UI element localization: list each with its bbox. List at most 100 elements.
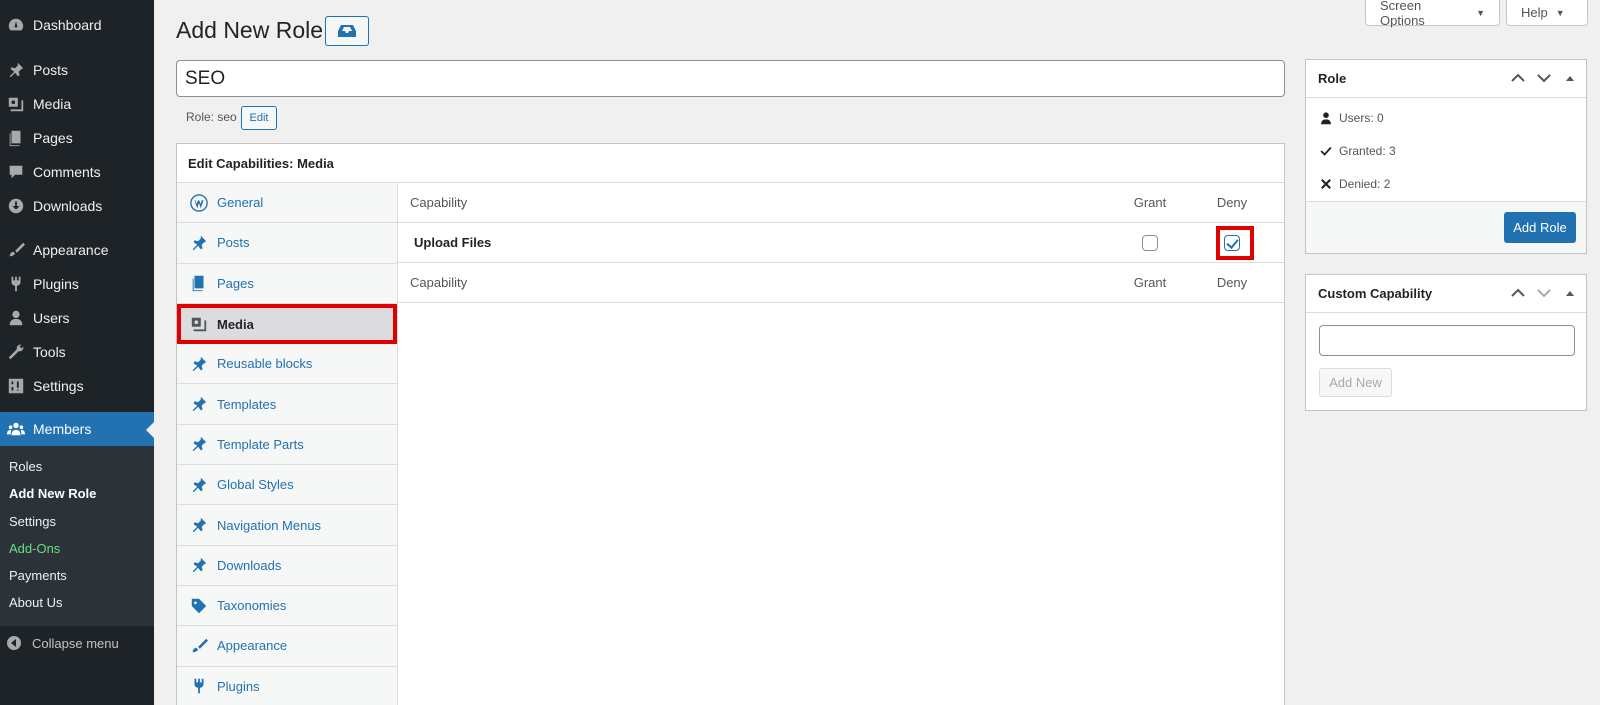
x-icon bbox=[1321, 179, 1331, 189]
screen-options-button[interactable]: Screen Options ▼ bbox=[1365, 0, 1500, 28]
capability-tabs: General Posts Pages Media Reusable block… bbox=[177, 183, 398, 705]
toggle-panel-button[interactable] bbox=[1562, 285, 1578, 301]
members-submenu: Roles Add New Role Settings Add-Ons Paym… bbox=[0, 446, 154, 626]
pages-icon bbox=[6, 128, 26, 148]
add-new-capability-button[interactable]: Add New bbox=[1319, 368, 1392, 397]
role-box-header: Role bbox=[1306, 60, 1586, 98]
inbox-icon bbox=[338, 25, 356, 37]
screen-options-label: Screen Options bbox=[1380, 0, 1425, 28]
menu-item-users[interactable]: Users bbox=[0, 301, 154, 335]
grant-checkbox[interactable] bbox=[1142, 235, 1158, 251]
table-footer-row: Capability Grant Deny bbox=[398, 263, 1284, 303]
deny-checkbox[interactable] bbox=[1224, 235, 1240, 251]
dashboard-icon bbox=[6, 15, 26, 35]
tab-downloads[interactable]: Downloads bbox=[177, 546, 397, 586]
menu-label: Downloads bbox=[33, 198, 103, 214]
toggle-panel-button[interactable] bbox=[1562, 70, 1578, 86]
tab-reusable-blocks[interactable]: Reusable blocks bbox=[177, 344, 397, 385]
tab-label: Plugins bbox=[217, 678, 260, 694]
move-down-button[interactable] bbox=[1536, 70, 1552, 86]
chevron-up-icon bbox=[1511, 288, 1525, 297]
tab-taxonomies[interactable]: Taxonomies bbox=[177, 586, 397, 627]
col-capability: Capability bbox=[410, 195, 468, 210]
tab-global-styles[interactable]: Global Styles bbox=[177, 465, 397, 506]
menu-item-comments[interactable]: Comments bbox=[0, 155, 154, 189]
tab-label: Taxonomies bbox=[217, 598, 287, 614]
brush-icon bbox=[6, 240, 26, 260]
move-up-button[interactable] bbox=[1510, 285, 1526, 301]
tab-label: General bbox=[217, 195, 264, 211]
tab-navigation-menus[interactable]: Navigation Menus bbox=[177, 505, 397, 546]
tab-label: Template Parts bbox=[217, 436, 304, 452]
plugin-icon bbox=[189, 676, 209, 696]
menu-item-plugins[interactable]: Plugins bbox=[0, 267, 154, 301]
role-box-title: Role bbox=[1318, 71, 1347, 86]
menu-item-media[interactable]: Media bbox=[0, 87, 154, 121]
brush-icon bbox=[189, 636, 209, 656]
tab-template-parts[interactable]: Template Parts bbox=[177, 425, 397, 466]
pin-icon bbox=[6, 60, 26, 80]
capability-name: Upload Files bbox=[414, 235, 492, 250]
comments-icon bbox=[6, 162, 26, 182]
menu-item-settings[interactable]: Settings bbox=[0, 369, 154, 403]
edit-slug-button[interactable]: Edit bbox=[241, 106, 277, 130]
menu-item-members[interactable]: Members bbox=[0, 412, 154, 446]
users-count: Users: 0 bbox=[1319, 111, 1384, 125]
tab-posts[interactable]: Posts bbox=[177, 223, 397, 264]
inbox-button[interactable] bbox=[325, 16, 369, 46]
tab-general[interactable]: General bbox=[177, 183, 397, 224]
menu-item-downloads[interactable]: Downloads bbox=[0, 189, 154, 223]
submenu-payments[interactable]: Payments bbox=[9, 568, 67, 583]
granted-count: Granted: 3 bbox=[1319, 144, 1396, 158]
tab-plugins[interactable]: Plugins bbox=[177, 667, 397, 705]
move-down-button[interactable] bbox=[1536, 285, 1552, 301]
user-icon bbox=[1321, 112, 1331, 125]
collapse-menu-button[interactable]: Collapse menu bbox=[0, 626, 154, 660]
wrench-icon bbox=[6, 342, 26, 362]
table-header-row: Capability Grant Deny bbox=[398, 183, 1284, 223]
tab-media[interactable]: Media bbox=[177, 303, 397, 345]
role-box: Role Users: 0 Granted: 3 Denied: 2 Add R… bbox=[1305, 59, 1587, 254]
pin-icon bbox=[189, 555, 209, 575]
check-icon bbox=[1320, 146, 1332, 156]
submenu-add-new-role[interactable]: Add New Role bbox=[9, 486, 96, 501]
table-row: Upload Files bbox=[398, 223, 1284, 263]
role-name-input[interactable] bbox=[176, 60, 1285, 97]
menu-label: Plugins bbox=[33, 276, 79, 292]
tab-label: Reusable blocks bbox=[217, 356, 313, 372]
submenu-about-us[interactable]: About Us bbox=[9, 595, 62, 610]
caps-heading: Edit Capabilities: Media bbox=[177, 144, 1284, 183]
tab-appearance[interactable]: Appearance bbox=[177, 626, 397, 667]
tab-label: Templates bbox=[217, 396, 277, 412]
help-button[interactable]: Help ▼ bbox=[1506, 0, 1588, 26]
menu-item-posts[interactable]: Posts bbox=[0, 53, 154, 87]
menu-label: Dashboard bbox=[33, 17, 102, 33]
triangle-up-icon bbox=[1566, 76, 1574, 81]
submenu-settings[interactable]: Settings bbox=[9, 514, 56, 529]
settings-icon bbox=[6, 376, 26, 396]
collapse-label: Collapse menu bbox=[32, 635, 119, 651]
tab-templates[interactable]: Templates bbox=[177, 384, 397, 425]
menu-item-dashboard[interactable]: Dashboard bbox=[0, 8, 154, 42]
menu-label: Appearance bbox=[33, 242, 109, 258]
caret-down-icon: ▼ bbox=[1555, 7, 1565, 18]
caret-down-icon: ▼ bbox=[1476, 7, 1485, 18]
tab-pages[interactable]: Pages bbox=[177, 264, 397, 304]
menu-item-appearance[interactable]: Appearance bbox=[0, 233, 154, 267]
tag-icon bbox=[189, 596, 209, 616]
pin-icon bbox=[189, 475, 209, 495]
submenu-roles[interactable]: Roles bbox=[9, 459, 42, 474]
menu-label: Comments bbox=[33, 164, 101, 180]
custom-capability-input[interactable] bbox=[1319, 325, 1575, 356]
members-icon bbox=[6, 419, 26, 439]
submenu-add-ons[interactable]: Add-Ons bbox=[9, 541, 60, 556]
add-role-button[interactable]: Add Role bbox=[1504, 212, 1576, 243]
menu-label: Media bbox=[33, 96, 72, 112]
menu-item-tools[interactable]: Tools bbox=[0, 335, 154, 369]
collapse-icon bbox=[7, 636, 21, 650]
move-up-button[interactable] bbox=[1510, 70, 1526, 86]
plugin-icon bbox=[6, 274, 26, 294]
wordpress-icon bbox=[189, 193, 209, 213]
admin-sidebar: Dashboard Posts Media Pages Comments Dow… bbox=[0, 0, 154, 705]
menu-item-pages[interactable]: Pages bbox=[0, 121, 154, 155]
